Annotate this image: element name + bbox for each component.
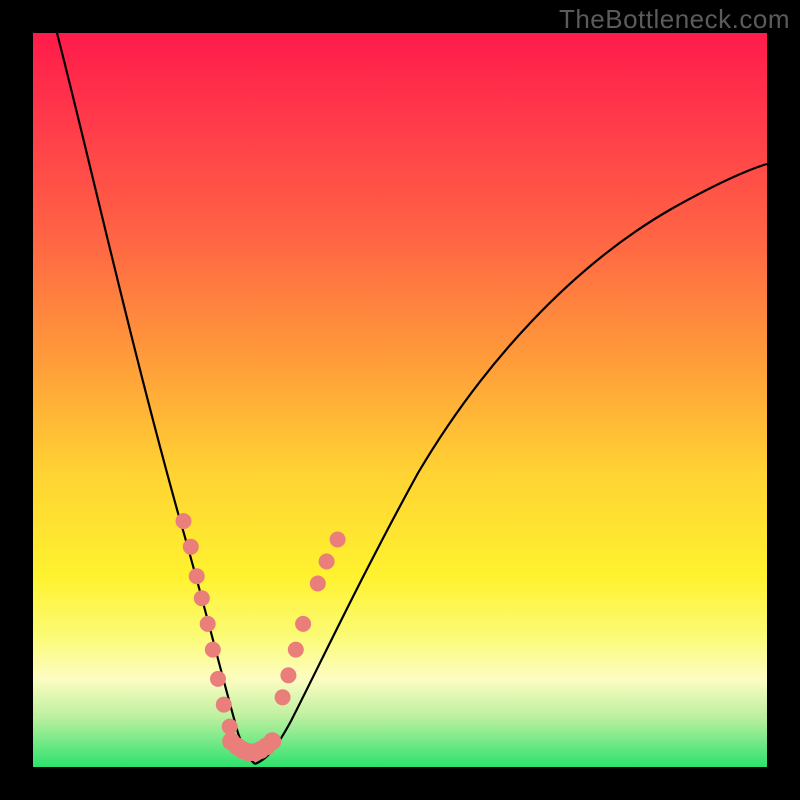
sample-dot — [176, 513, 192, 529]
sample-dot — [183, 539, 199, 555]
sample-dot — [263, 732, 281, 750]
watermark-text: TheBottleneck.com — [559, 4, 790, 35]
sample-dot — [194, 590, 210, 606]
sample-points — [176, 513, 346, 761]
sample-dot — [288, 642, 304, 658]
sample-dot — [310, 576, 326, 592]
sample-dot — [295, 616, 311, 632]
bottleneck-curve — [33, 33, 767, 767]
sample-dot — [319, 554, 335, 570]
sample-dot — [280, 667, 296, 683]
plot-area — [33, 33, 767, 767]
curve-right — [255, 164, 767, 764]
curve-left — [57, 33, 255, 764]
sample-dot — [200, 616, 216, 632]
sample-dot — [205, 642, 221, 658]
sample-dot — [216, 697, 232, 713]
sample-dot — [330, 532, 346, 548]
sample-dot — [222, 719, 238, 735]
sample-dot — [275, 689, 291, 705]
sample-dot — [210, 671, 226, 687]
sample-dot — [189, 568, 205, 584]
chart-frame: TheBottleneck.com — [0, 0, 800, 800]
